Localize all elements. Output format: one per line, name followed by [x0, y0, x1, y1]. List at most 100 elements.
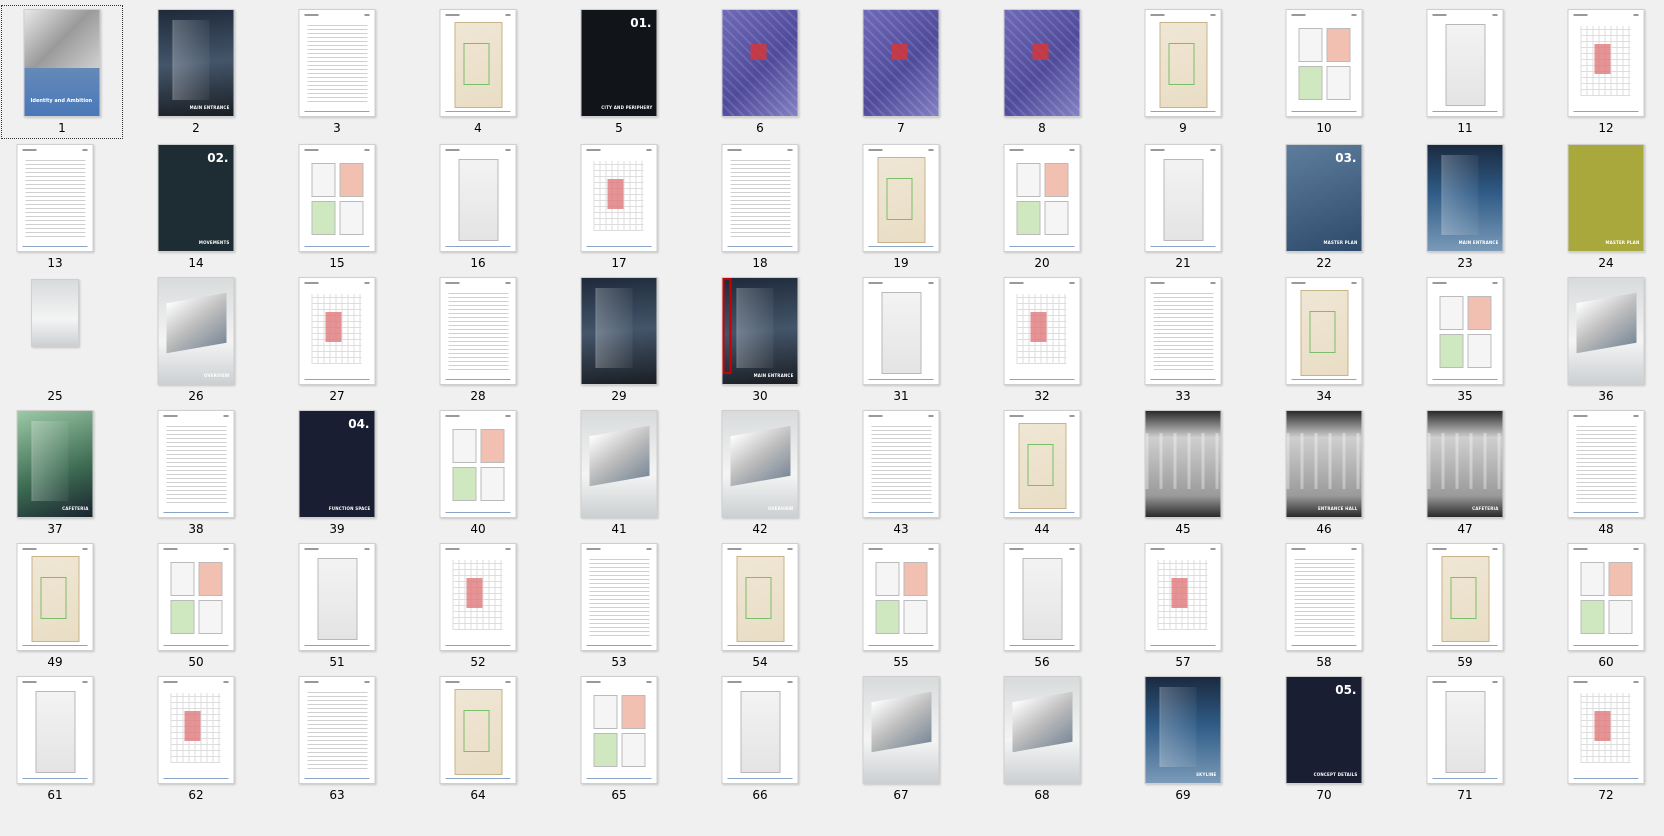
page-thumbnail[interactable]: OVERVIEW 26: [126, 273, 266, 414]
page-thumbnail[interactable]: 4: [408, 5, 548, 146]
rendering-image: [736, 288, 774, 368]
page-thumbnail[interactable]: 66: [690, 672, 830, 813]
page-thumbnail[interactable]: 21: [1113, 140, 1253, 281]
page-thumbnail[interactable]: 04. FUNCTION SPACE 39: [267, 406, 407, 547]
page-thumbnail[interactable]: 28: [408, 273, 548, 414]
page-number-label: 21: [1175, 256, 1191, 270]
page-thumbnail[interactable]: 60: [1536, 539, 1664, 680]
page-thumbnail[interactable]: MAIN ENTRANCE 30: [690, 273, 830, 414]
page-thumbnail[interactable]: 15: [267, 140, 407, 281]
page-number-label: 52: [470, 655, 486, 669]
page-thumbnail[interactable]: 55: [831, 539, 971, 680]
page-drawing: [730, 159, 791, 237]
aerial-rendering: [871, 691, 932, 753]
page-drawing: [1297, 26, 1353, 100]
page-thumbnail[interactable]: 58: [1254, 539, 1394, 680]
page-thumbnail[interactable]: 18: [690, 140, 830, 281]
page-drawing: [874, 560, 930, 634]
aerial-map: [722, 10, 798, 116]
page-thumbnail[interactable]: 53: [549, 539, 689, 680]
page-preview: [1003, 144, 1081, 252]
page-thumbnail[interactable]: CAFETERIA 47: [1395, 406, 1535, 547]
page-thumbnail[interactable]: 7: [831, 5, 971, 146]
page-thumbnail[interactable]: CAFETERIA 37: [0, 406, 125, 547]
page-thumbnail[interactable]: 36: [1536, 273, 1664, 414]
page-thumbnail[interactable]: 16: [408, 140, 548, 281]
page-thumbnail[interactable]: 03. MASTER PLAN 22: [1254, 140, 1394, 281]
page-number-label: 55: [893, 655, 909, 669]
page-preview: [1426, 543, 1504, 651]
page-thumbnail[interactable]: 50: [126, 539, 266, 680]
page-thumbnail[interactable]: 01. CITY AND PERIPHERY 5: [549, 5, 689, 146]
page-drawing: [166, 425, 227, 503]
page-thumbnail[interactable]: ENTRANCE HALL 46: [1254, 406, 1394, 547]
page-thumbnail[interactable]: 61: [0, 672, 125, 813]
page-drawing: [1157, 560, 1208, 630]
page-thumbnail[interactable]: 8: [972, 5, 1112, 146]
page-thumbnail[interactable]: 57: [1113, 539, 1253, 680]
page-thumbnail[interactable]: 72: [1536, 672, 1664, 813]
page-thumbnail[interactable]: Identity and Ambition 1: [1, 5, 123, 139]
page-thumbnail[interactable]: 34: [1254, 273, 1394, 414]
page-thumbnail[interactable]: 31: [831, 273, 971, 414]
page-drawing: [736, 556, 785, 642]
page-thumbnail[interactable]: 33: [1113, 273, 1253, 414]
page-thumbnail[interactable]: 54: [690, 539, 830, 680]
page-thumbnail[interactable]: SKYLINE 69: [1113, 672, 1253, 813]
page-thumbnail[interactable]: 56: [972, 539, 1112, 680]
page-thumbnail[interactable]: 12: [1536, 5, 1664, 146]
page-thumbnail[interactable]: 6: [690, 5, 830, 146]
page-caption: CAFETERIA: [62, 506, 89, 511]
page-thumbnail[interactable]: 10: [1254, 5, 1394, 146]
page-thumbnail[interactable]: 32: [972, 273, 1112, 414]
page-preview: [1567, 9, 1645, 117]
page-preview: [16, 144, 94, 252]
page-thumbnail[interactable]: 3: [267, 5, 407, 146]
page-thumbnail[interactable]: 29: [549, 273, 689, 414]
page-thumbnail[interactable]: 71: [1395, 672, 1535, 813]
page-thumbnail[interactable]: MAIN ENTRANCE 23: [1395, 140, 1535, 281]
page-thumbnail[interactable]: 13: [0, 140, 125, 281]
page-thumbnail[interactable]: 11: [1395, 5, 1535, 146]
page-thumbnail[interactable]: 41: [549, 406, 689, 547]
page-thumbnail[interactable]: 43: [831, 406, 971, 547]
rendering-image: [1159, 687, 1197, 767]
page-thumbnail[interactable]: MAIN ENTRANCE 2: [126, 5, 266, 146]
page-preview: [1426, 9, 1504, 117]
page-thumbnail[interactable]: 64: [408, 672, 548, 813]
page-thumbnail[interactable]: 02. MOVEMENTS 14: [126, 140, 266, 281]
page-drawing: [1018, 423, 1067, 509]
page-thumbnail[interactable]: 35: [1395, 273, 1535, 414]
page-thumbnail[interactable]: 40: [408, 406, 548, 547]
page-thumbnail[interactable]: OVERVIEW 42: [690, 406, 830, 547]
page-thumbnail[interactable]: 48: [1536, 406, 1664, 547]
page-thumbnail[interactable]: 63: [267, 672, 407, 813]
page-thumbnail[interactable]: 27: [267, 273, 407, 414]
page-thumbnail[interactable]: 62: [126, 672, 266, 813]
page-thumbnail[interactable]: MASTER PLAN 24: [1536, 140, 1664, 281]
page-caption: OVERVIEW: [767, 506, 794, 511]
page-thumbnail[interactable]: 65: [549, 672, 689, 813]
page-drawing: [1580, 26, 1631, 96]
page-thumbnail[interactable]: 19: [831, 140, 971, 281]
page-thumbnail[interactable]: 44: [972, 406, 1112, 547]
page-number-label: 28: [470, 389, 486, 403]
page-thumbnail[interactable]: 38: [126, 406, 266, 547]
page-thumbnail[interactable]: 68: [972, 672, 1112, 813]
page-thumbnail[interactable]: 17: [549, 140, 689, 281]
page-preview: [580, 277, 658, 385]
page-drawing: [307, 691, 368, 769]
page-thumbnail[interactable]: 51: [267, 539, 407, 680]
page-thumbnail[interactable]: 05. CONCEPT DETAILS 70: [1254, 672, 1394, 813]
page-thumbnail[interactable]: 25: [0, 273, 125, 414]
page-thumbnail[interactable]: 59: [1395, 539, 1535, 680]
page-thumbnail[interactable]: 67: [831, 672, 971, 813]
page-thumbnail[interactable]: 49: [0, 539, 125, 680]
page-thumbnail[interactable]: 20: [972, 140, 1112, 281]
aerial-map: [863, 10, 939, 116]
aerial-rendering: [730, 425, 791, 487]
page-thumbnail[interactable]: 45: [1113, 406, 1253, 547]
page-thumbnail[interactable]: 52: [408, 539, 548, 680]
page-thumbnail[interactable]: 9: [1113, 5, 1253, 146]
page-preview: [1003, 543, 1081, 651]
